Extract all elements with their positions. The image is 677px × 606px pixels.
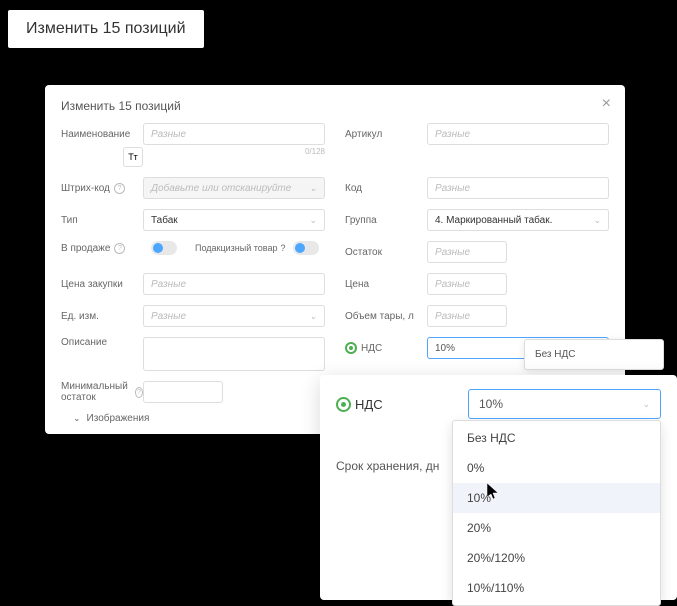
volume-label: Объем тары, л — [345, 311, 427, 322]
stock-label: Остаток — [345, 247, 427, 258]
modal-title: Изменить 15 позиций — [61, 99, 609, 113]
dropdown-item[interactable]: 20% — [453, 513, 660, 543]
desc-label: Описание — [61, 337, 143, 348]
purchase-input[interactable]: Разные — [143, 273, 325, 295]
article-label: Артикул — [345, 129, 427, 140]
name-counter: 0/128 — [305, 147, 325, 167]
unit-select[interactable]: Разные⌄ — [143, 305, 325, 327]
nds-panel-large: НДС 10%⌄ Срок хранения, дн ? Без НДС 0% … — [320, 375, 677, 600]
close-icon[interactable]: × — [602, 95, 611, 113]
dropdown-item[interactable]: 0% — [453, 453, 660, 483]
shelf-label-large: Срок хранения, дн — [336, 459, 452, 473]
minstock-label: Минимальный остаток? — [61, 381, 143, 403]
stock-input[interactable]: Разные — [427, 241, 507, 263]
nds-dropdown-large: Без НДС 0% 10% 20% 20%/120% 10%/110% — [452, 420, 661, 606]
name-label: Наименование — [61, 129, 143, 140]
help-icon[interactable]: ? — [280, 243, 285, 253]
unit-label: Ед. изм. — [61, 311, 143, 322]
dropdown-item[interactable]: 10% — [453, 483, 660, 513]
chevron-down-icon: ⌄ — [309, 311, 317, 322]
chevron-down-icon: ⌄ — [309, 183, 317, 194]
group-label: Группа — [345, 215, 427, 226]
dropdown-item[interactable]: 10%/110% — [453, 573, 660, 603]
nds-label: НДС — [345, 342, 427, 354]
group-select[interactable]: 4. Маркированный табак.⌄ — [427, 209, 609, 231]
dropdown-item[interactable]: Без НДС — [453, 423, 660, 453]
dropdown-item[interactable]: 20%/120% — [453, 543, 660, 573]
chevron-down-icon: ⌄ — [593, 215, 601, 226]
volume-input[interactable]: Разные — [427, 305, 507, 327]
help-icon[interactable]: ? — [114, 183, 125, 194]
price-label: Цена — [345, 279, 427, 290]
text-case-button[interactable]: Тт — [123, 147, 143, 167]
help-icon[interactable]: ? — [114, 243, 125, 254]
nds-select-large[interactable]: 10%⌄ — [468, 389, 661, 419]
status-dot-icon — [336, 397, 351, 412]
desc-textarea[interactable] — [143, 337, 325, 371]
code-input[interactable]: Разные — [427, 177, 609, 199]
purchase-label: Цена закупки — [61, 279, 143, 290]
nds-dropdown-small: Без НДС — [524, 339, 664, 370]
chevron-down-icon: ⌄ — [73, 413, 81, 424]
onsale-toggle[interactable] — [151, 241, 177, 255]
dropdown-item[interactable]: Без НДС — [525, 344, 663, 365]
minstock-input[interactable] — [143, 381, 223, 403]
status-dot-icon — [345, 342, 357, 354]
type-label: Тип — [61, 215, 143, 226]
excise-toggle[interactable] — [293, 241, 319, 255]
barcode-select[interactable]: Добавьте или отсканируйте⌄ — [143, 177, 325, 199]
price-input[interactable]: Разные — [427, 273, 507, 295]
name-input[interactable]: Разные — [143, 123, 325, 145]
chevron-down-icon: ⌄ — [642, 399, 650, 410]
type-select[interactable]: Табак⌄ — [143, 209, 325, 231]
nds-label-large: НДС — [336, 397, 468, 412]
onsale-label: В продаже? — [61, 243, 143, 254]
page-badge: Изменить 15 позиций — [8, 10, 204, 48]
code-label: Код — [345, 183, 427, 194]
barcode-label: Штрих-код? — [61, 183, 143, 194]
chevron-down-icon: ⌄ — [309, 215, 317, 226]
article-input[interactable]: Разные — [427, 123, 609, 145]
help-icon[interactable]: ? — [135, 387, 143, 398]
excise-label: Подакцизный товар? — [195, 243, 285, 253]
